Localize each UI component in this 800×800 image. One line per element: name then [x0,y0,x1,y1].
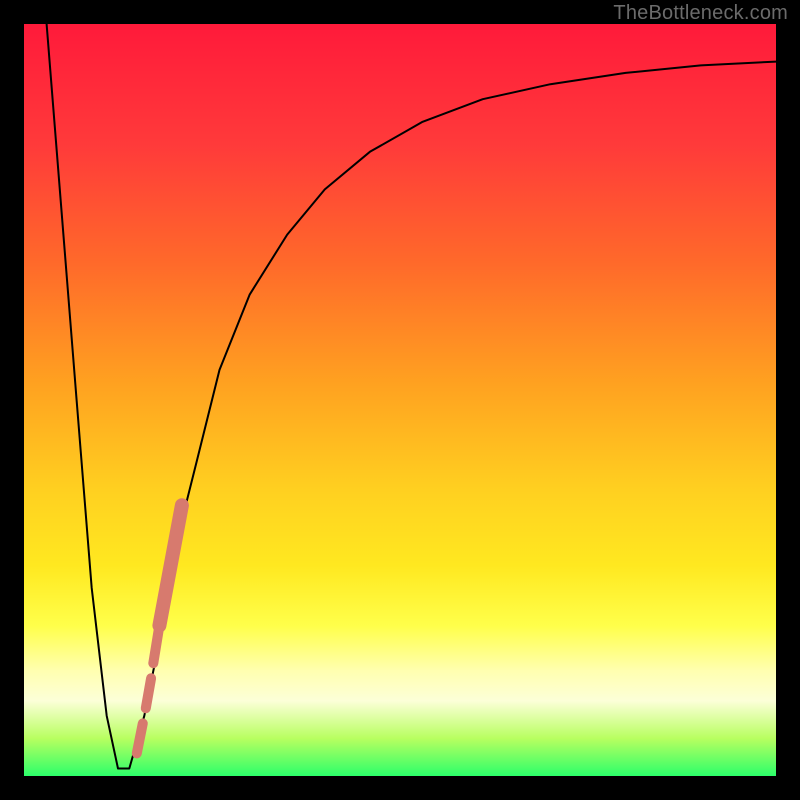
highlight-dash [159,505,182,625]
plot-area [24,24,776,776]
chart-svg [24,24,776,776]
chart-frame: TheBottleneck.com [0,0,800,800]
highlight-dash [146,678,151,708]
watermark-label: TheBottleneck.com [613,2,788,25]
highlight-dash [137,723,143,753]
